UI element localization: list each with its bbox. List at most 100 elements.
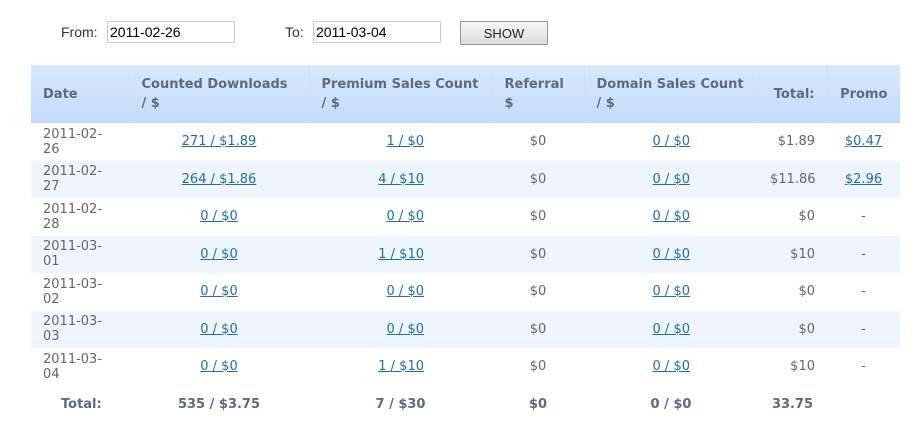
column-header-total: Total:: [758, 65, 828, 123]
counted-downloads-link[interactable]: 264 / $1.86: [182, 172, 257, 187]
to-label: To:: [285, 24, 304, 40]
column-header-premium-sales: Premium Sales Count / $: [309, 65, 493, 123]
cell-promo: $2.96: [827, 160, 900, 198]
domain-sales-link[interactable]: 0 / $0: [653, 247, 690, 262]
cell-total: $11.86: [758, 160, 827, 198]
date-value: 2011-03-02: [43, 276, 103, 307]
counted-downloads-link[interactable]: 0 / $0: [200, 322, 237, 337]
table-row: 2011-03-02 0 / $0 0 / $0 $0 0 / $0 $0 -: [31, 273, 900, 311]
date-value: 2011-02-26: [43, 126, 103, 157]
cell-date: 2011-03-01: [31, 235, 129, 273]
cell-promo: -: [827, 273, 900, 311]
show-button[interactable]: SHOW: [460, 21, 548, 45]
domain-sales-link[interactable]: 0 / $0: [653, 134, 690, 149]
date-value: 2011-02-27: [43, 164, 103, 195]
cell-promo: -: [827, 348, 900, 386]
total-value: $10: [790, 246, 815, 262]
total-value: $11.86: [770, 171, 816, 187]
cell-premium-sales: 1 / $10: [309, 235, 492, 273]
cell-promo: -: [827, 310, 900, 348]
table-row: 2011-03-03 0 / $0 0 / $0 $0 0 / $0 $0 -: [31, 310, 900, 348]
cell-date: 2011-03-04: [31, 348, 129, 386]
from-label: From:: [61, 24, 98, 40]
cell-promo: -: [827, 198, 900, 236]
cell-domain-sales: 0 / $0: [584, 235, 758, 273]
cell-counted-downloads: 264 / $1.86: [129, 160, 309, 198]
cell-date: 2011-02-27: [31, 160, 129, 198]
domain-sales-link[interactable]: 0 / $0: [653, 172, 690, 187]
cell-premium-sales: 1 / $10: [309, 348, 492, 386]
cell-counted-downloads: 0 / $0: [129, 348, 309, 386]
domain-sales-link[interactable]: 0 / $0: [653, 209, 690, 224]
cell-domain-sales: 0 / $0: [584, 160, 758, 198]
premium-sales-link[interactable]: 1 / $10: [378, 247, 424, 262]
total-total: 33.75: [771, 397, 814, 412]
from-date-input[interactable]: [107, 21, 235, 43]
cell-total: $10: [758, 235, 827, 273]
referral-value: $0: [529, 284, 547, 300]
counted-downloads-link[interactable]: 0 / $0: [200, 359, 237, 374]
counted-downloads-link[interactable]: 0 / $0: [200, 209, 237, 224]
promo-link[interactable]: $0.47: [845, 134, 882, 149]
promo-value: -: [861, 284, 866, 300]
date-value: 2011-03-01: [43, 239, 103, 270]
table-row: 2011-02-27 264 / $1.86 4 / $10 $0 0 / $0 $11.…: [31, 160, 900, 198]
table-row: 2011-03-04 0 / $0 1 / $10 $0 0 / $0 $10 -: [31, 348, 900, 386]
premium-sales-link[interactable]: 1 / $0: [387, 134, 424, 149]
cell-premium-sales: 0 / $0: [309, 310, 492, 348]
total-value: $0: [798, 209, 815, 225]
cell-referral: $0: [492, 235, 584, 273]
date-value: 2011-02-28: [43, 201, 103, 232]
cell-date: 2011-02-28: [31, 198, 129, 236]
cell-counted-downloads: 0 / $0: [129, 273, 309, 311]
cell-total: $0: [758, 273, 827, 311]
column-header-date: Date: [31, 65, 130, 123]
cell-domain-sales: 0 / $0: [584, 310, 758, 348]
total-value: $0: [798, 284, 815, 300]
cell-total: $0: [758, 198, 827, 236]
cell-counted-downloads: 0 / $0: [129, 198, 309, 236]
domain-sales-link[interactable]: 0 / $0: [653, 359, 690, 374]
cell-referral: $0: [492, 273, 584, 311]
cell-premium-sales: 4 / $10: [309, 160, 492, 198]
counted-downloads-link[interactable]: 0 / $0: [200, 284, 237, 299]
premium-sales-link[interactable]: 0 / $0: [387, 209, 424, 224]
premium-sales-link[interactable]: 1 / $10: [378, 359, 424, 374]
promo-value: -: [861, 359, 866, 375]
promo-value: -: [861, 321, 866, 337]
cell-counted-downloads: 0 / $0: [129, 310, 309, 348]
total-value: $1.89: [777, 134, 815, 150]
cell-total: $0: [758, 310, 827, 348]
premium-sales-link[interactable]: 4 / $10: [378, 172, 424, 187]
column-header-promo: Promo: [827, 65, 900, 123]
cell-domain-sales: 0 / $0: [584, 198, 758, 236]
promo-link[interactable]: $2.96: [845, 172, 882, 187]
counted-downloads-link[interactable]: 271 / $1.89: [182, 134, 257, 149]
cell-premium-sales: 1 / $0: [309, 123, 492, 161]
domain-sales-link[interactable]: 0 / $0: [653, 284, 690, 299]
totals-row: Total: 535 / $3.75 7 / $30 $0 0 / $0 33.75: [31, 386, 900, 424]
total-value: $0: [798, 321, 815, 337]
table-row: 2011-02-26 271 / $1.89 1 / $0 $0 0 / $0 $1.89…: [31, 123, 900, 161]
premium-sales-link[interactable]: 0 / $0: [387, 284, 424, 299]
table-row: 2011-03-01 0 / $0 1 / $10 $0 0 / $0 $10 -: [31, 235, 900, 273]
referral-value: $0: [529, 321, 547, 337]
cell-domain-sales: 0 / $0: [584, 348, 758, 386]
referral-value: $0: [529, 359, 547, 375]
total-counted-downloads: 535 / $3.75: [177, 397, 261, 412]
cell-date: 2011-03-02: [31, 273, 129, 311]
premium-sales-link[interactable]: 0 / $0: [387, 322, 424, 337]
promo-value: -: [861, 246, 866, 262]
cell-domain-sales: 0 / $0: [584, 123, 758, 161]
cell-promo: -: [827, 235, 900, 273]
total-referral: $0: [528, 397, 548, 412]
cell-date: 2011-02-26: [31, 123, 129, 161]
referral-value: $0: [529, 171, 547, 187]
total-date: Total:: [61, 397, 102, 412]
referral-value: $0: [529, 209, 547, 225]
to-date-input[interactable]: [313, 21, 441, 43]
referral-value: $0: [529, 134, 547, 150]
domain-sales-link[interactable]: 0 / $0: [653, 322, 690, 337]
referral-value: $0: [529, 246, 547, 262]
counted-downloads-link[interactable]: 0 / $0: [200, 247, 237, 262]
